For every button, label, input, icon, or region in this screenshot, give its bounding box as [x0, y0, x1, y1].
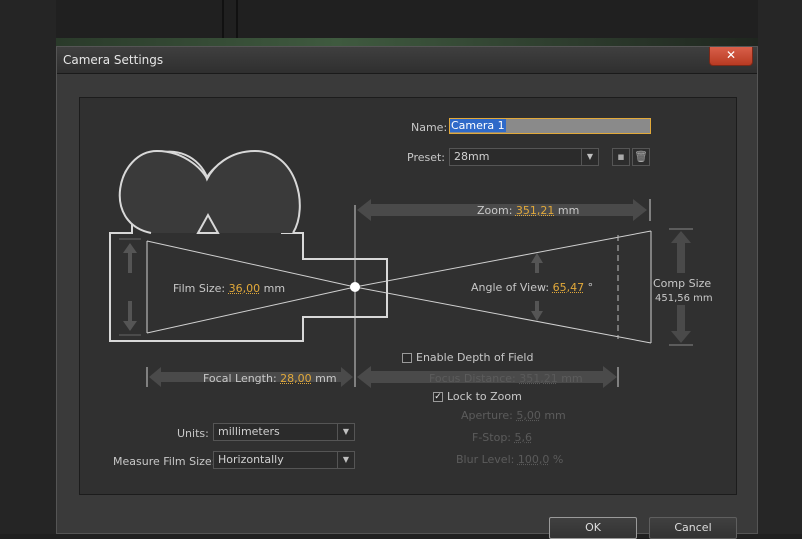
blur-level-unit: % [552, 453, 564, 466]
fstop-field: F-Stop: 5,6 [472, 431, 532, 444]
film-size-value[interactable]: 36,00 [229, 282, 261, 295]
focus-distance-label: Focus Distance: [429, 372, 516, 385]
ok-button[interactable]: OK [549, 517, 637, 539]
depth-of-field-checkbox[interactable] [402, 353, 412, 363]
angle-of-view-value[interactable]: 65,47 [553, 281, 585, 294]
lens-point [350, 282, 360, 292]
chevron-down-icon: ▼ [581, 149, 598, 165]
focus-distance-value: 351,21 [519, 372, 558, 385]
aperture-unit: mm [544, 409, 566, 422]
name-input[interactable]: Camera 1 [449, 118, 651, 134]
focus-distance-field: Focus Distance: 351,21 mm [429, 372, 583, 385]
cancel-button[interactable]: Cancel [649, 517, 737, 539]
comp-size-label: Comp Size [653, 277, 712, 290]
zoom-value[interactable]: 351,21 [516, 204, 555, 217]
focal-length-field: Focal Length: 28,00 mm [203, 372, 337, 385]
blur-level-value: 100,0 [517, 453, 550, 466]
measure-film-size-dropdown[interactable]: Horizontally ▼ [213, 451, 355, 469]
focus-distance-unit: mm [561, 372, 583, 385]
lock-to-zoom-label: Lock to Zoom [447, 390, 522, 403]
focal-length-value[interactable]: 28,00 [280, 372, 312, 385]
fstop-value: 5,6 [514, 431, 533, 444]
name-value: Camera 1 [450, 119, 506, 132]
preset-label: Preset: [407, 151, 446, 164]
film-size-field: Film Size: 36,00 mm [173, 282, 285, 295]
camera-settings-dialog: Camera Settings ✕ Name: Camera 1 Preset:… [56, 46, 758, 539]
fstop-label: F-Stop: [472, 431, 512, 444]
units-dropdown[interactable]: millimeters ▼ [213, 423, 355, 441]
aperture-value: 5,00 [516, 409, 541, 422]
save-preset-icon: ▪ [617, 150, 625, 163]
blur-level-label: Blur Level: [456, 453, 515, 466]
background-app-left [0, 0, 56, 534]
chevron-down-icon: ▼ [337, 452, 354, 468]
measure-film-size-label: Measure Film Size: [113, 455, 216, 468]
camera-reel-left [118, 149, 301, 234]
zoom-field: Zoom: 351,21 mm [477, 204, 579, 217]
aperture-field: Aperture: 5,00 mm [461, 409, 566, 422]
trash-icon: 🗑 [634, 150, 648, 163]
lock-to-zoom-checkbox[interactable]: ✓ [433, 392, 443, 402]
focal-length-unit: mm [315, 372, 337, 385]
angle-of-view-label: Angle of View: [471, 281, 550, 294]
film-size-label: Film Size: [173, 282, 226, 295]
background-app-right [758, 0, 802, 534]
comp-size-value: 451,56 mm [655, 293, 713, 304]
zoom-unit: mm [557, 204, 580, 217]
preset-value: 28mm [454, 150, 490, 163]
name-label: Name: [411, 121, 448, 134]
zoom-label: Zoom: [477, 204, 513, 217]
angle-of-view-unit: ° [587, 281, 594, 294]
save-preset-button[interactable]: ▪ [612, 148, 630, 166]
aperture-label: Aperture: [461, 409, 513, 422]
depth-of-field-label: Enable Depth of Field [416, 351, 534, 364]
blur-level-field: Blur Level: 100,0 % [456, 453, 563, 466]
focal-length-label: Focal Length: [203, 372, 277, 385]
angle-of-view-field: Angle of View: 65,47 ° [471, 281, 593, 294]
units-label: Units: [177, 427, 209, 440]
preset-dropdown[interactable]: 28mm ▼ [449, 148, 599, 166]
delete-preset-button[interactable]: 🗑 [632, 148, 650, 166]
measure-film-size-value: Horizontally [218, 453, 284, 466]
checkmark-icon: ✓ [434, 392, 442, 402]
film-size-unit: mm [263, 282, 286, 295]
units-value: millimeters [218, 425, 280, 438]
chevron-down-icon: ▼ [337, 424, 354, 440]
